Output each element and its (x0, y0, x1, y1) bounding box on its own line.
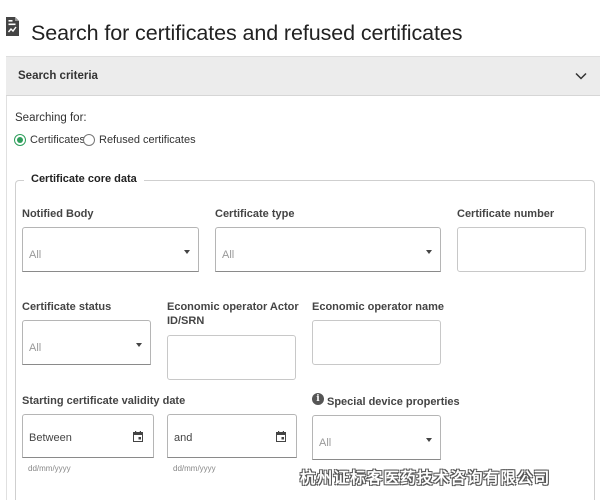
searching-for-label: Searching for: (15, 112, 87, 124)
notified-body-select[interactable]: All (22, 227, 199, 272)
validity-date-from-input[interactable]: Between (22, 414, 154, 458)
certificate-number-label: Certificate number (457, 208, 555, 220)
certificate-status-label: Certificate status (22, 301, 112, 313)
certificate-type-label: Certificate type (215, 208, 295, 220)
certificate-status-select[interactable]: All (22, 320, 151, 365)
certificate-core-data-legend: Certificate core data (24, 173, 144, 185)
search-criteria-label: Search criteria (18, 70, 98, 82)
economic-operator-name-label: Economic operator name (312, 301, 445, 313)
special-device-properties-label: Special device properties (327, 396, 460, 408)
company-watermark: 杭州证标客医药技术咨询有限公司 (300, 470, 551, 487)
page-header: Search for certificates and refused cert… (0, 0, 600, 56)
validity-date-to-hint: dd/mm/yyyy (173, 464, 216, 473)
radio-refused-certificates-label: Refused certificates (99, 134, 196, 146)
radio-certificates-indicator[interactable] (14, 134, 26, 146)
certificate-type-select[interactable]: All (215, 227, 441, 272)
radio-certificates[interactable]: Certificates (14, 133, 85, 147)
info-icon[interactable]: i (312, 393, 324, 405)
calendar-icon[interactable] (133, 431, 143, 442)
caret-down-icon (426, 437, 432, 442)
economic-operator-name-input[interactable] (312, 320, 441, 365)
certificate-number-input[interactable] (457, 227, 586, 272)
caret-down-icon (184, 249, 190, 254)
economic-operator-actor-label-line1: Economic operator Actor (167, 301, 299, 313)
caret-down-icon (426, 249, 432, 254)
validity-date-to-input[interactable]: and (167, 414, 297, 458)
special-device-properties-select[interactable]: All (312, 415, 441, 460)
notified-body-label: Notified Body (22, 208, 94, 220)
page-title: Search for certificates and refused cert… (31, 21, 463, 45)
special-device-properties-value: All (319, 437, 332, 449)
radio-certificates-label: Certificates (30, 134, 86, 146)
validity-date-from-value: Between (29, 432, 72, 444)
economic-operator-actor-label: Economic operator Actor ID/SRN (167, 300, 299, 328)
notified-body-value: All (29, 249, 42, 261)
validity-date-from-hint: dd/mm/yyyy (28, 464, 71, 473)
chevron-down-icon[interactable] (574, 69, 588, 83)
validity-date-to-value: and (174, 432, 193, 444)
radio-refused-certificates-indicator[interactable] (83, 134, 95, 146)
economic-operator-actor-input[interactable] (167, 335, 296, 380)
certificate-status-value: All (29, 342, 42, 354)
caret-down-icon (136, 342, 142, 347)
economic-operator-actor-label-line2: ID/SRN (167, 315, 205, 327)
validity-date-label: Starting certificate validity date (22, 395, 186, 407)
document-icon (6, 17, 19, 36)
search-criteria-toggle[interactable]: Search criteria (6, 56, 600, 96)
calendar-icon[interactable] (276, 431, 286, 442)
certificate-type-value: All (222, 249, 235, 261)
radio-refused-certificates[interactable]: Refused certificates (83, 133, 196, 147)
